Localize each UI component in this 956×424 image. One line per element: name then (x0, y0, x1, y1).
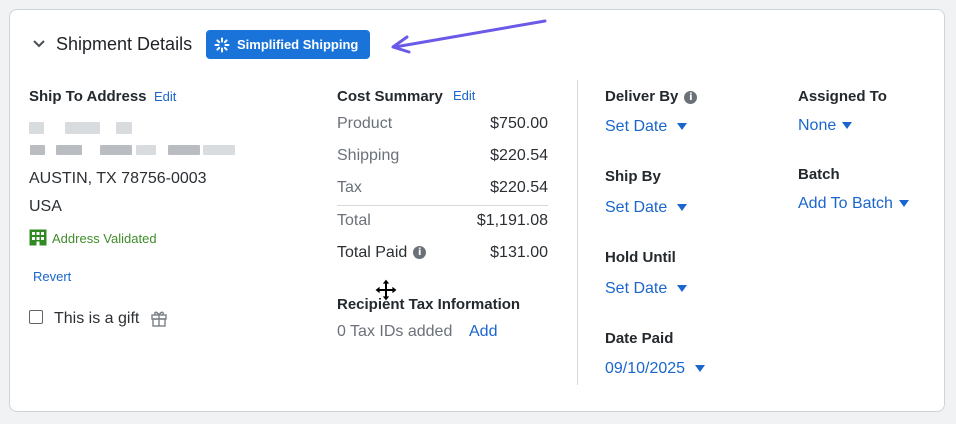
chevron-down-icon[interactable] (32, 39, 46, 49)
assigned-to-dropdown[interactable]: None (798, 117, 853, 135)
building-icon (29, 229, 47, 246)
total-label: Total (337, 212, 371, 229)
batch-dropdown[interactable]: Add To Batch (798, 195, 909, 213)
info-icon[interactable]: i (684, 90, 698, 104)
deliver-by-text: Deliver By (605, 88, 679, 105)
badge-label: Simplified Shipping (237, 37, 359, 52)
ship-to-edit-link[interactable]: Edit (154, 89, 176, 104)
cost-row-label: Shipping (337, 147, 400, 164)
cost-summary-edit-link[interactable]: Edit (453, 88, 475, 103)
ship-to-label: Ship To Address (29, 88, 147, 105)
add-tax-id-link[interactable]: Add (469, 323, 497, 341)
deliver-by-dropdown[interactable]: Set Date (605, 118, 688, 136)
redacted-block (65, 122, 100, 134)
address-city-line: AUSTIN, TX 78756-0003 (29, 170, 207, 187)
sparkle-icon (214, 37, 230, 52)
ship-by-value: Set Date (605, 199, 668, 216)
cost-row-value: $220.54 (490, 179, 548, 196)
annotation-arrow-icon (391, 19, 547, 54)
recipient-tax-label: Recipient Tax Information (337, 296, 521, 313)
cost-row-label: Product (337, 115, 393, 132)
address-validated-status: Address Validated (52, 231, 157, 246)
total-paid-label: Total Paid i (337, 244, 427, 262)
address-country: USA (29, 198, 62, 215)
total-paid-text: Total Paid (337, 244, 408, 261)
cost-row-value: $220.54 (490, 147, 548, 164)
batch-value: Add To Batch (798, 195, 893, 212)
assigned-to-label: Assigned To (798, 88, 887, 105)
deliver-by-value: Set Date (605, 118, 668, 135)
ship-by-dropdown[interactable]: Set Date (605, 199, 688, 217)
total-paid-value: $131.00 (490, 244, 548, 261)
caret-down-icon (677, 285, 688, 293)
column-divider (577, 80, 578, 385)
cost-summary-label: Cost Summary (337, 88, 443, 105)
redacted-block (203, 145, 235, 155)
cost-row-label: Tax (337, 179, 362, 196)
batch-label: Batch (798, 166, 840, 183)
gift-icon (151, 311, 167, 327)
info-icon[interactable]: i (413, 246, 427, 260)
gift-label: This is a gift (54, 310, 140, 327)
cost-row-value: $750.00 (490, 115, 548, 132)
move-cursor-icon (374, 278, 398, 302)
total-value: $1,191.08 (476, 212, 548, 229)
redacted-block (56, 145, 82, 155)
redacted-block (29, 122, 44, 134)
hold-until-label: Hold Until (605, 249, 676, 266)
redacted-block (30, 145, 45, 155)
hold-until-value: Set Date (605, 280, 668, 297)
simplified-shipping-badge[interactable]: Simplified Shipping (206, 30, 370, 59)
caret-down-icon (677, 204, 688, 212)
redacted-block (136, 145, 156, 155)
hold-until-dropdown[interactable]: Set Date (605, 280, 688, 298)
cost-divider (337, 205, 548, 206)
caret-down-icon (677, 123, 688, 131)
ship-by-label: Ship By (605, 168, 661, 185)
tax-ids-count: 0 Tax IDs added (337, 323, 453, 340)
deliver-by-label: Deliver By i (605, 88, 698, 105)
gift-checkbox[interactable] (29, 310, 43, 324)
redacted-block (116, 122, 132, 134)
assigned-to-value: None (798, 117, 837, 134)
caret-down-icon (842, 122, 853, 130)
caret-down-icon (695, 365, 706, 373)
revert-link[interactable]: Revert (33, 269, 71, 284)
date-paid-dropdown[interactable]: 09/10/2025 (605, 360, 706, 378)
date-paid-value: 09/10/2025 (605, 360, 686, 377)
redacted-block (100, 145, 132, 155)
date-paid-label: Date Paid (605, 330, 674, 347)
redacted-block (168, 145, 200, 155)
caret-down-icon (898, 200, 909, 208)
section-title: Shipment Details (56, 34, 193, 54)
